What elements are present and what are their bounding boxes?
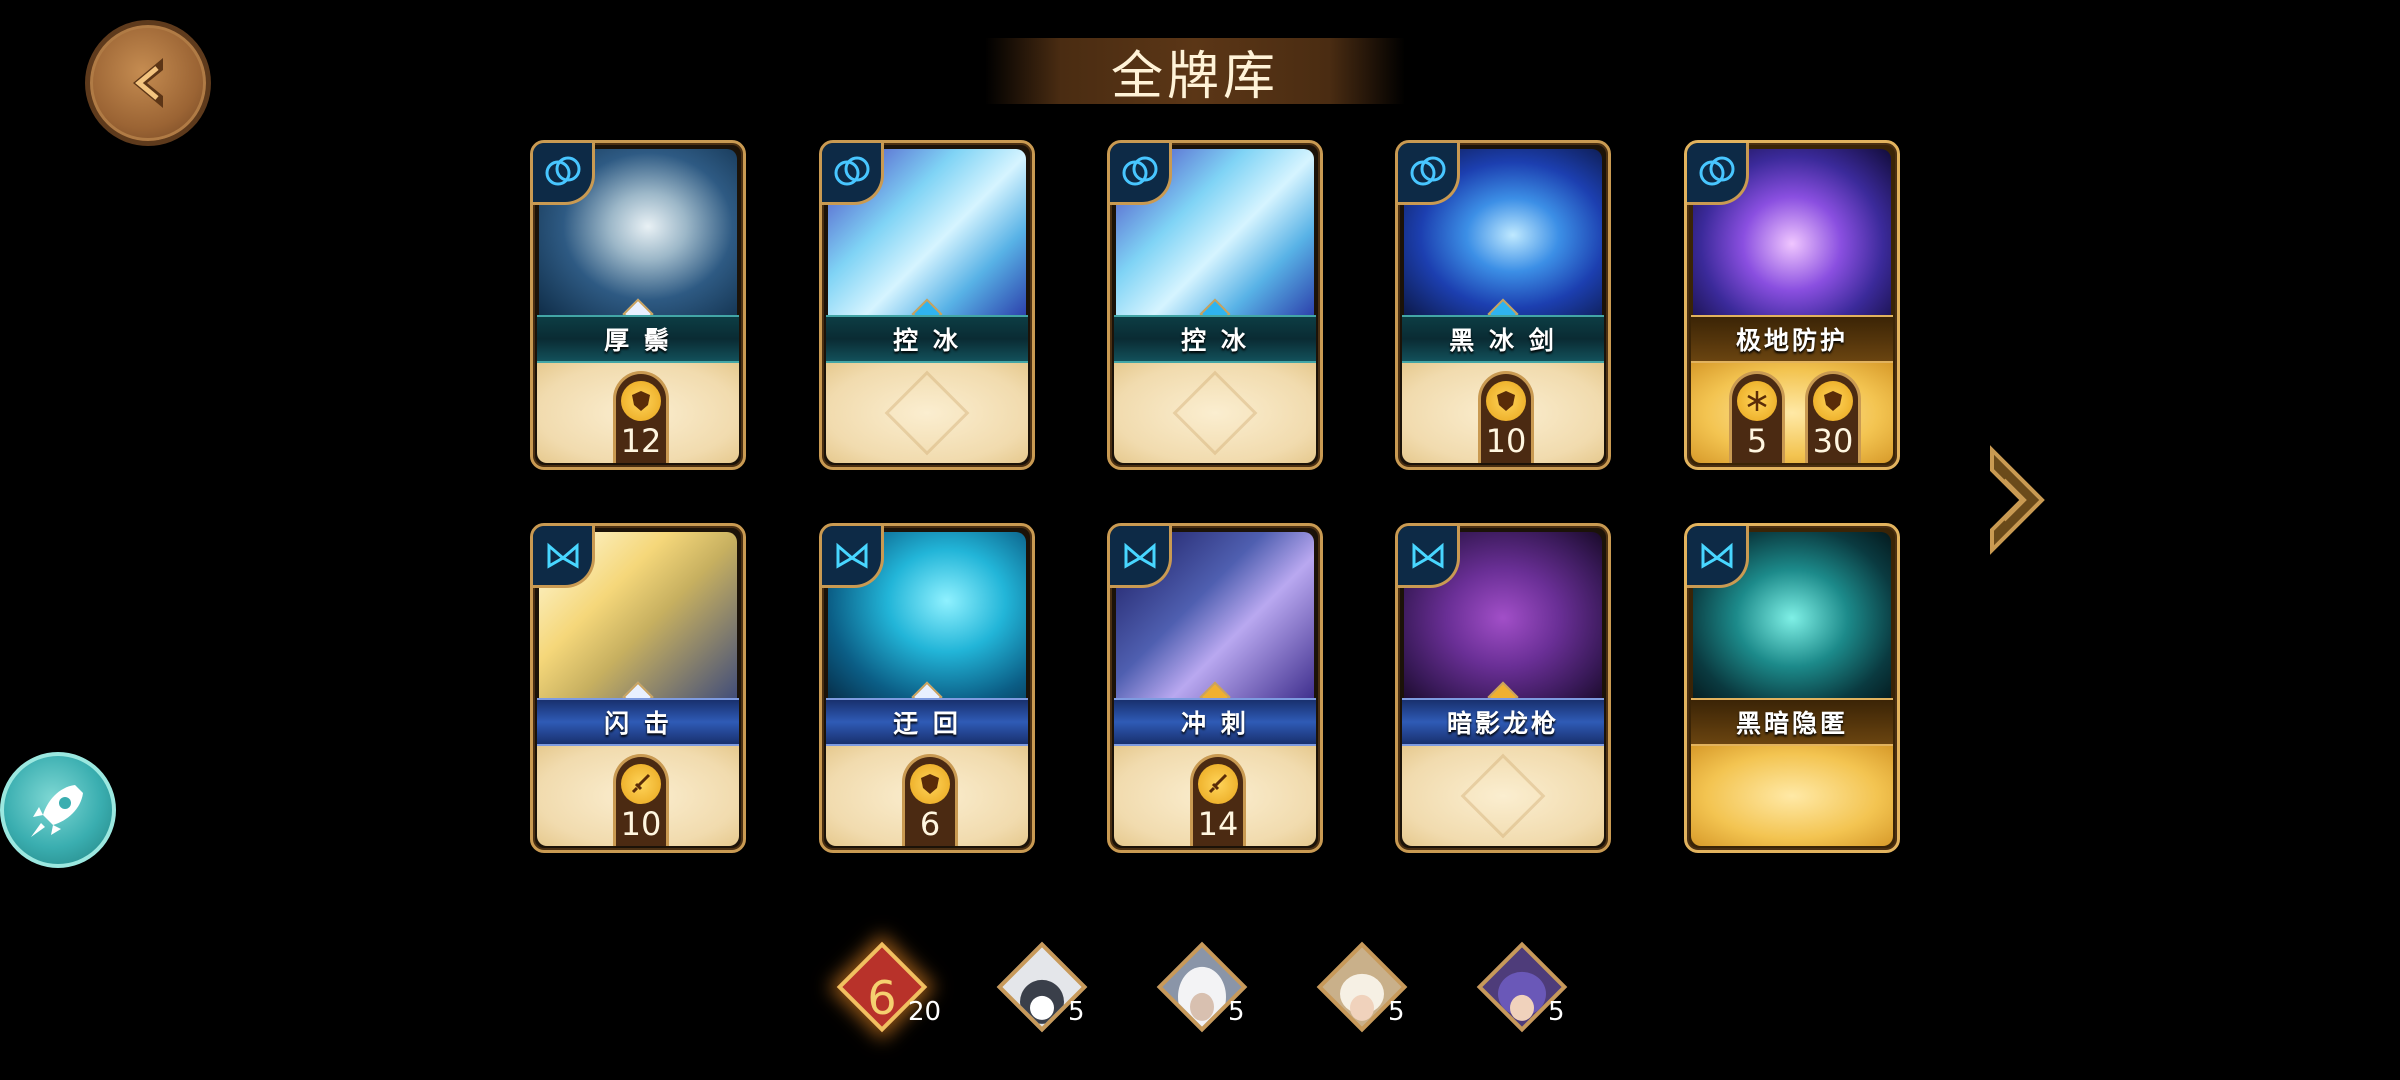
card-row1-4[interactable]: 黑 冰 剑 10	[1395, 140, 1611, 470]
page-title: 全牌库	[1110, 46, 1279, 107]
shield-icon	[1813, 381, 1853, 421]
hex-type-icon	[1398, 143, 1460, 205]
stat-value: 6	[919, 805, 941, 843]
stat-value: 14	[1197, 805, 1239, 843]
card-parchment: 10	[1402, 363, 1604, 463]
card-parchment	[826, 363, 1028, 463]
hero-tab-3[interactable]: 5	[1156, 941, 1248, 1033]
card-name: 控 冰	[1114, 315, 1316, 363]
back-button[interactable]	[85, 20, 340, 146]
sword-icon	[621, 764, 661, 804]
stat-value: 10	[620, 805, 662, 843]
card-row2-5[interactable]: 黑暗隐匿	[1684, 523, 1900, 853]
hero-tab-1[interactable]: 6 20	[836, 941, 941, 1033]
hero-count: 5	[1388, 997, 1405, 1027]
hero-count: 5	[1068, 997, 1085, 1027]
card-stat: 12	[613, 371, 669, 463]
stat-value: 30	[1812, 422, 1854, 460]
hero-count: 5	[1548, 997, 1565, 1027]
card-stat: 10	[613, 754, 669, 846]
card-parchment	[1402, 746, 1604, 846]
card-parchment: 10	[537, 746, 739, 846]
card-parchment	[1691, 746, 1893, 846]
card-row1-3[interactable]: 控 冰	[1107, 140, 1323, 470]
card-name: 厚 鬃	[537, 315, 739, 363]
card-row1-5[interactable]: 极地防护 5 30	[1684, 140, 1900, 470]
next-page-arrow[interactable]	[1982, 440, 2052, 560]
card-parchment: 14	[1114, 746, 1316, 846]
hex-type-icon	[1110, 143, 1172, 205]
stat-value: 10	[1485, 422, 1527, 460]
rocket-icon	[31, 785, 83, 837]
card-stat: 10	[1478, 371, 1534, 463]
ribbon-type-icon	[1110, 526, 1172, 588]
card-name: 闪 击	[537, 698, 739, 746]
stat-value: 12	[620, 422, 662, 460]
snowflake-icon	[1737, 381, 1777, 421]
svg-text:6: 6	[867, 971, 896, 1025]
rocket-button[interactable]	[0, 752, 116, 868]
card-stat: 6	[902, 754, 958, 846]
hero-tab-4[interactable]: 5	[1316, 941, 1408, 1033]
card-name: 控 冰	[826, 315, 1028, 363]
sword-icon	[1198, 764, 1238, 804]
card-name: 迂 回	[826, 698, 1028, 746]
shield-icon	[621, 381, 661, 421]
card-parchment: 12	[537, 363, 739, 463]
hero-tab-5[interactable]: 5	[1476, 941, 1568, 1033]
card-row2-2[interactable]: 迂 回 6	[819, 523, 1035, 853]
card-parchment: 5 30	[1691, 363, 1893, 463]
card-stat: 30	[1805, 371, 1861, 463]
hex-type-icon	[1687, 143, 1749, 205]
card-stat: 14	[1190, 754, 1246, 846]
card-row1-2[interactable]: 控 冰	[819, 140, 1035, 470]
hex-type-icon	[533, 143, 595, 205]
card-name: 冲 刺	[1114, 698, 1316, 746]
shield-icon	[1486, 381, 1526, 421]
hex-type-icon	[822, 143, 884, 205]
shield-icon	[910, 764, 950, 804]
ribbon-type-icon	[533, 526, 595, 588]
stat-value: 5	[1746, 422, 1768, 460]
card-name: 黑暗隐匿	[1691, 698, 1893, 746]
card-row2-1[interactable]: 闪 击 10	[530, 523, 746, 853]
hero-tab-2[interactable]: 5	[996, 941, 1088, 1033]
ribbon-type-icon	[822, 526, 884, 588]
back-arrow-icon	[133, 58, 163, 108]
card-row2-4[interactable]: 暗影龙枪	[1395, 523, 1611, 853]
card-name: 暗影龙枪	[1402, 698, 1604, 746]
hero-count: 20	[908, 997, 942, 1027]
ribbon-type-icon	[1398, 526, 1460, 588]
card-row2-3[interactable]: 冲 刺 14	[1107, 523, 1323, 853]
card-parchment: 6	[826, 746, 1028, 846]
card-stat: 5	[1729, 371, 1785, 463]
title-banner: 全牌库	[985, 38, 1405, 107]
card-parchment	[1114, 363, 1316, 463]
card-row1-1[interactable]: 厚 鬃 12	[530, 140, 746, 470]
card-name: 极地防护	[1691, 315, 1893, 363]
hero-count: 5	[1228, 997, 1245, 1027]
card-name: 黑 冰 剑	[1402, 315, 1604, 363]
ribbon-type-icon	[1687, 526, 1749, 588]
